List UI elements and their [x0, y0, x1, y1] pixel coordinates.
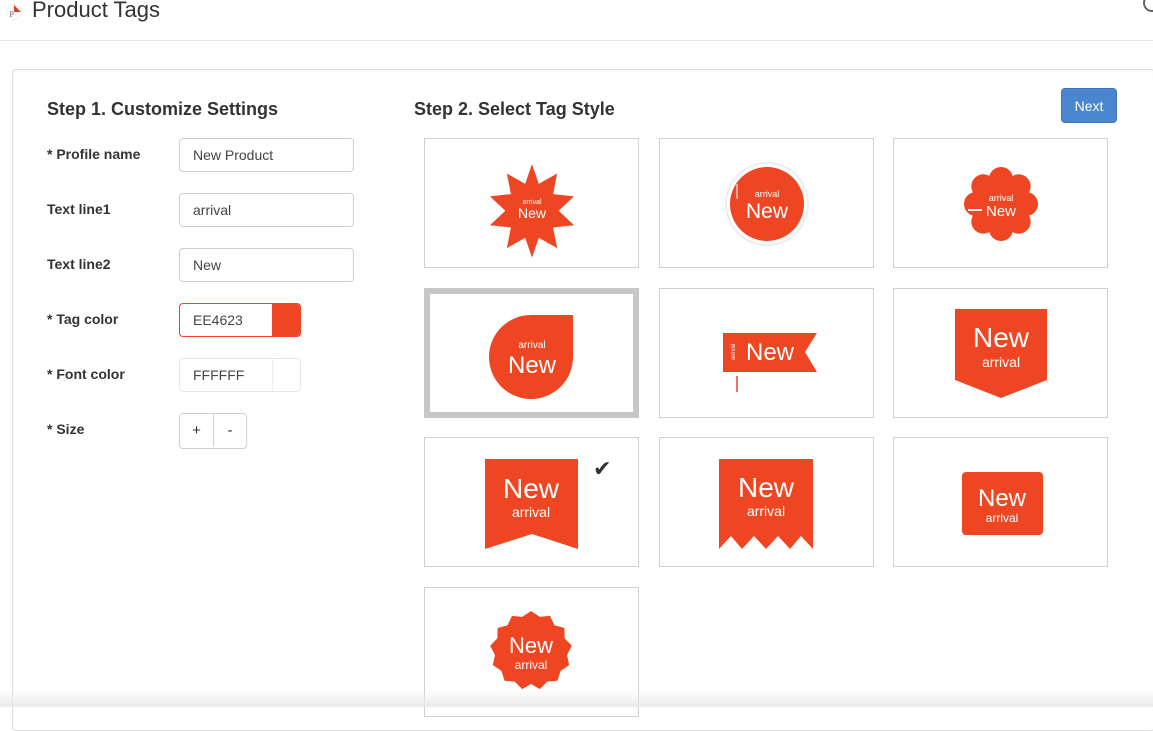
step2-title: Step 2. Select Tag Style	[414, 99, 615, 119]
font-color-picker[interactable]: FFFFFF	[179, 358, 301, 392]
drop-tag-graphic: arrival New	[489, 315, 573, 399]
tag-line1-text: arrival	[755, 189, 780, 199]
tag-line1-text: arrival	[731, 344, 737, 360]
tag-line1-text: arrival	[512, 504, 550, 520]
ribbon-zigzag-tag-graphic: New arrival	[719, 459, 813, 549]
tag-line1-text: arrival	[989, 193, 1014, 203]
tag-style-shield[interactable]: New arrival	[893, 288, 1108, 418]
tag-style-flower[interactable]: arrival New	[893, 138, 1108, 268]
checkmark-icon: ✔	[593, 456, 612, 481]
bottom-shade	[0, 690, 1153, 707]
burst-tag-graphic: arrival New	[490, 164, 574, 258]
tag-line2-text: New	[973, 322, 1030, 353]
tag-line1-text: arrival	[986, 511, 1019, 525]
tag-style-burst[interactable]: arrival New	[424, 138, 639, 268]
profile-name-label: * Profile name	[47, 146, 141, 162]
step1-title: Step 1. Customize Settings	[47, 99, 279, 119]
text-line1-input[interactable]	[179, 193, 354, 227]
tag-line1-text: arrival	[747, 503, 785, 519]
text-line2-label: Text line2	[47, 256, 111, 272]
tag-line2-text: New	[986, 203, 1016, 220]
flag-tag-graphic: arrival New	[723, 333, 817, 392]
tag-line2-text: New	[738, 472, 795, 503]
tag-style-drop[interactable]: arrival New	[424, 288, 639, 418]
tag-style-flag[interactable]: arrival New	[659, 288, 874, 418]
tag-line2-text: New	[978, 485, 1027, 512]
tag-color-picker[interactable]: EE4623	[179, 303, 301, 337]
tag-style-ribbon-notch[interactable]: New arrival ✔	[424, 437, 639, 567]
tag-line2-text: New	[508, 352, 557, 379]
size-label: * Size	[47, 421, 85, 437]
font-color-swatch[interactable]	[272, 359, 300, 391]
tag-line2-text: New	[509, 633, 553, 658]
tag-color-swatch[interactable]	[272, 304, 300, 336]
tag-line2-text: New	[746, 339, 795, 366]
tag-line2-text: New	[503, 473, 560, 504]
text-line2-input[interactable]	[179, 248, 354, 282]
font-color-label: * Font color	[47, 366, 125, 382]
tag-style-ribbon-zigzag[interactable]: New arrival	[659, 437, 874, 567]
circle-tag-graphic: arrival New	[725, 162, 809, 246]
size-stepper: + -	[179, 413, 247, 449]
size-increase-button[interactable]: +	[180, 414, 213, 446]
profile-name-input[interactable]	[179, 138, 354, 172]
shield-tag-graphic: New arrival	[955, 309, 1047, 398]
tag-line2-text: New	[746, 200, 789, 223]
tag-line1-text: arrival	[515, 658, 548, 672]
tag-color-value[interactable]: EE4623	[180, 304, 272, 336]
text-line1-label: Text line1	[47, 201, 111, 217]
app-title: Product Tags	[32, 0, 161, 22]
window-control-icon[interactable]	[1143, 0, 1153, 12]
tag-style-rounded-rect[interactable]: New arrival	[893, 437, 1108, 567]
svg-text:P: P	[10, 10, 15, 19]
rounded-rect-tag-graphic: New arrival	[962, 472, 1043, 535]
tag-line1-text: arrival	[982, 354, 1020, 370]
flower-tag-graphic: arrival New	[964, 167, 1038, 241]
size-decrease-button[interactable]: -	[213, 414, 246, 446]
tag-style-circle[interactable]: arrival New	[659, 138, 874, 268]
app-logo-icon: P	[6, 4, 22, 20]
title-bar: P Product Tags	[0, 0, 1153, 41]
tag-line1-text: arrival	[518, 340, 545, 351]
font-color-value[interactable]: FFFFFF	[180, 359, 272, 391]
tag-color-label: * Tag color	[47, 311, 119, 327]
tag-line2-text: New	[518, 205, 547, 221]
next-button[interactable]: Next	[1061, 88, 1117, 123]
